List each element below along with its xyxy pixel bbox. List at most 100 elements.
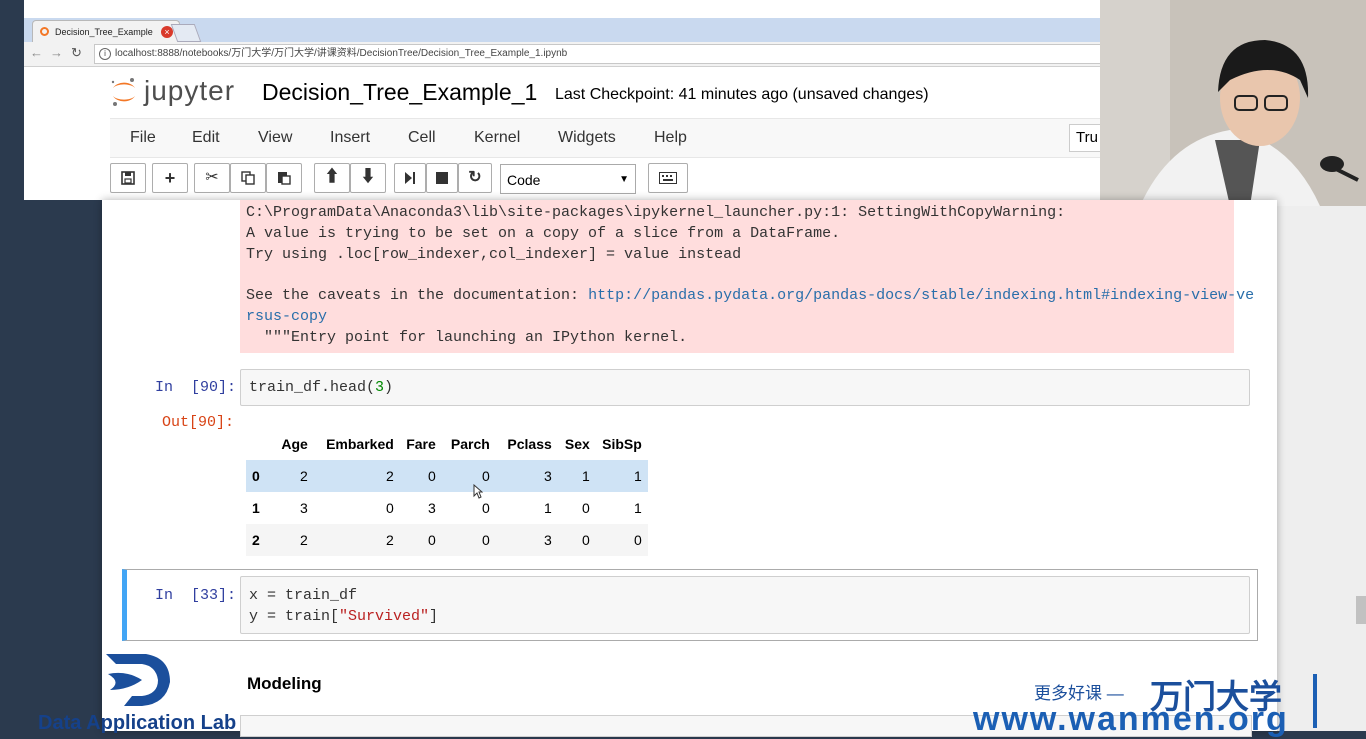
table-cell: 1 — [582, 468, 590, 484]
keyboard-icon — [659, 172, 677, 184]
chevron-down-icon: ▼ — [619, 174, 629, 185]
docs-link-continued[interactable]: rsus-copy — [246, 308, 327, 325]
insert-cell-button[interactable]: + — [152, 163, 188, 193]
table-cell: 1 — [544, 500, 552, 516]
site-watermark: www.wanmen.org — [973, 700, 1289, 738]
docs-link[interactable]: http://pandas.pydata.org/pandas-docs/sta… — [588, 287, 1254, 304]
input-prompt: In [33]: — [155, 587, 237, 604]
table-row: 2 2 2 0 0 3 0 0 — [246, 524, 648, 556]
table-cell: 0 — [482, 500, 490, 516]
cell-type-value: Code — [507, 172, 541, 188]
table-cell: 1 — [634, 468, 642, 484]
table-cell: 3 — [428, 500, 436, 516]
row-index: 1 — [252, 500, 260, 516]
column-header: Embarked — [326, 436, 394, 452]
cut-icon: ✂ — [205, 169, 219, 186]
paste-icon — [278, 172, 291, 185]
checkpoint-status: Last Checkpoint: 41 minutes ago (unsaved… — [555, 86, 929, 103]
column-header: Fare — [406, 436, 436, 452]
warning-line: Try using .loc[row_indexer,col_indexer] … — [246, 246, 742, 263]
cut-button[interactable]: ✂ — [194, 163, 230, 193]
output-prompt: Out[90]: — [162, 414, 235, 431]
restart-icon: ↻ — [468, 169, 482, 186]
forward-icon[interactable]: → — [50, 45, 63, 60]
code-cell-input[interactable]: train_df.head(3) — [240, 369, 1250, 406]
stop-icon — [436, 172, 448, 184]
menu-cell[interactable]: Cell — [408, 129, 436, 147]
url-field[interactable]: i localhost:8888/notebooks/万门大学/万门大学/讲课资… — [94, 44, 1102, 64]
code-text: ) — [384, 379, 394, 396]
table-cell: 3 — [300, 500, 308, 516]
column-header: SibSp — [602, 436, 642, 452]
run-button[interactable] — [394, 163, 426, 193]
presenter-image — [1100, 0, 1366, 206]
jupyter-logo-icon[interactable] — [110, 77, 138, 107]
menu-help[interactable]: Help — [654, 129, 687, 147]
jupyter-header: jupyter Decision_Tree_Example_1 Last Che… — [24, 67, 1100, 117]
mouse-cursor-icon — [473, 484, 483, 499]
table-cell: 2 — [300, 532, 308, 548]
dataframe-table: Age Embarked Fare Parch Pclass Sex SibSp… — [246, 428, 648, 556]
markdown-heading: Modeling — [247, 674, 322, 693]
code-line: x = train_df — [249, 587, 358, 604]
restart-button[interactable]: ↻ — [458, 163, 492, 193]
menu-insert[interactable]: Insert — [330, 129, 370, 147]
table-cell: 2 — [386, 468, 394, 484]
menu-widgets[interactable]: Widgets — [558, 129, 616, 147]
table-cell: 3 — [544, 532, 552, 548]
watermark-divider — [1313, 674, 1317, 728]
tab-title: Decision_Tree_Example — [55, 27, 153, 37]
browser-window: Decision_Tree_Example × ← → ↻ i localhos… — [24, 0, 1117, 200]
plus-icon: + — [164, 168, 176, 188]
column-header: Parch — [450, 436, 490, 452]
table-cell: 0 — [482, 468, 490, 484]
menu-bar: File Edit View Insert Cell Kernel Widget… — [110, 118, 1100, 158]
step-forward-icon — [405, 172, 415, 184]
table-cell: 0 — [582, 500, 590, 516]
menu-kernel[interactable]: Kernel — [474, 129, 520, 147]
code-text: ] — [429, 608, 439, 625]
column-header: Age — [281, 436, 308, 452]
table-row: 1 3 0 3 0 1 0 1 — [246, 492, 648, 524]
back-icon[interactable]: ← — [30, 45, 43, 60]
table-cell: 0 — [482, 532, 490, 548]
table-header-row: Age Embarked Fare Parch Pclass Sex SibSp — [246, 428, 648, 460]
webcam-overlay — [1100, 0, 1366, 206]
code-text: train_df.head( — [249, 379, 376, 396]
menu-view[interactable]: View — [258, 129, 292, 147]
info-icon[interactable]: i — [99, 48, 111, 60]
code-text: y = train[ — [249, 608, 340, 625]
code-cell-input[interactable]: x = train_df y = train["Survived"] — [240, 576, 1250, 634]
scrollbar-thumb[interactable] — [1356, 596, 1366, 624]
warning-line: See the caveats in the documentation: ht… — [246, 287, 1254, 304]
cell-type-select[interactable]: Code ▼ — [500, 164, 636, 194]
column-header: Pclass — [507, 436, 552, 452]
interrupt-button[interactable] — [426, 163, 458, 193]
warning-text: See the caveats in the documentation: — [246, 287, 589, 304]
copy-button[interactable] — [230, 163, 266, 193]
copy-icon — [241, 171, 255, 185]
table-cell: 0 — [582, 532, 590, 548]
row-index: 2 — [252, 532, 260, 548]
move-down-button[interactable]: 🠳 — [350, 163, 386, 193]
table-cell: 3 — [544, 468, 552, 484]
menu-edit[interactable]: Edit — [192, 129, 220, 147]
table-cell: 0 — [428, 532, 436, 548]
code-line: train_df.head(3) — [249, 379, 393, 396]
command-palette-button[interactable] — [648, 163, 688, 193]
browser-tab[interactable]: Decision_Tree_Example × — [32, 20, 180, 43]
notebook-title[interactable]: Decision_Tree_Example_1 — [262, 79, 537, 106]
table-cell: 0 — [386, 500, 394, 516]
warning-line: """Entry point for launching an IPython … — [246, 329, 688, 346]
table-cell: 2 — [300, 468, 308, 484]
paste-button[interactable] — [266, 163, 302, 193]
column-header — [246, 428, 266, 460]
move-up-button[interactable]: 🠱 — [314, 163, 350, 193]
lab-name-watermark: Data Application Lab — [38, 712, 237, 734]
save-button[interactable] — [110, 163, 146, 193]
arrow-up-icon: 🠱 — [326, 169, 338, 186]
data-application-lab-logo-icon — [106, 654, 170, 706]
menu-file[interactable]: File — [130, 129, 156, 147]
reload-icon[interactable]: ↻ — [71, 45, 82, 61]
code-number: 3 — [375, 379, 385, 396]
